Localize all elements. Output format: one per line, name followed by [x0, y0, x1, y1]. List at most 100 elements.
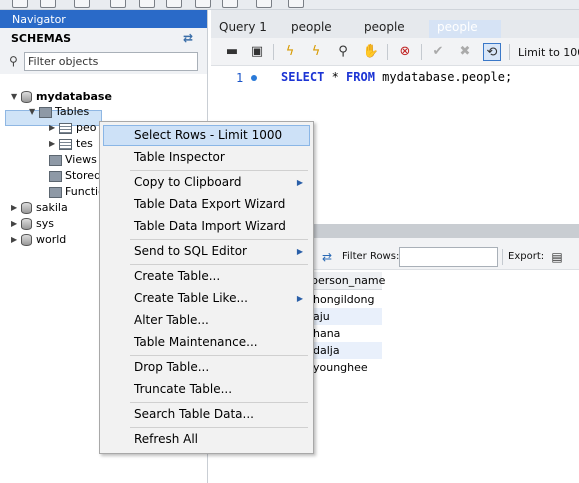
statement-marker-icon [251, 75, 257, 81]
menu-item-search-table-data[interactable]: Search Table Data... [100, 404, 313, 425]
tree-item-table-test[interactable]: ▶ tes [49, 136, 93, 152]
collapse-arrow-icon[interactable]: ▼ [29, 104, 39, 120]
workbench-window: Navigator SCHEMAS ⇄ ⚲ ▼mydatabase ▼Table… [0, 0, 579, 483]
search-icon: ⚲ [9, 54, 18, 68]
submenu-arrow-icon: ▶ [296, 294, 303, 303]
sql-keyword-from: FROM [346, 70, 375, 84]
tab-query-1[interactable]: Query 1 [211, 20, 279, 38]
expand-arrow-icon[interactable]: ▶ [49, 136, 59, 152]
stored-label: Stored [65, 169, 102, 182]
submenu-arrow-icon: ▶ [296, 178, 303, 187]
execute-icon[interactable]: ϟ [281, 43, 299, 61]
views-label: Views [65, 153, 97, 166]
menu-item-truncate-table[interactable]: Truncate Table... [100, 379, 313, 400]
menu-item-create-table-like[interactable]: Create Table Like... ▶ [100, 288, 313, 309]
schema-sakila[interactable]: ▶ sakila [11, 200, 68, 216]
context-menu: Select Rows - Limit 1000 Table Inspector… [99, 121, 314, 454]
menu-item-table-maintenance[interactable]: Table Maintenance... [100, 332, 313, 353]
open-sql-icon[interactable] [40, 0, 56, 8]
reconnect-icon[interactable] [288, 0, 304, 8]
menu-item-select-rows[interactable]: Select Rows - Limit 1000 [103, 125, 310, 146]
expand-arrow-icon[interactable]: ▶ [11, 232, 21, 248]
table-icon [59, 122, 72, 134]
schemas-label: SCHEMAS [11, 32, 72, 45]
filter-rows-input[interactable] [399, 247, 498, 267]
database-icon [21, 91, 32, 103]
schema-label: sakila [36, 201, 68, 214]
execute-current-icon[interactable]: ϟ [307, 43, 325, 61]
refresh-results-icon[interactable]: ⇄ [319, 249, 335, 265]
folder-icon [49, 170, 62, 182]
menu-item-create-table[interactable]: Create Table... [100, 266, 313, 287]
tree-item-views[interactable]: Views [39, 152, 97, 168]
tree-item-table-people[interactable]: ▶ peo [49, 120, 96, 136]
folder-icon [39, 106, 52, 118]
schema-world[interactable]: ▶ world [11, 232, 66, 248]
database-icon [21, 234, 32, 246]
tab-people-3[interactable]: people [429, 20, 501, 38]
create-procedure-icon[interactable] [195, 0, 211, 8]
open-folder-icon[interactable]: ▬ [223, 43, 241, 61]
info-icon[interactable] [74, 0, 90, 8]
folder-icon [49, 154, 62, 166]
schemas-header: SCHEMAS ⇄ [0, 28, 207, 50]
menu-item-refresh-all[interactable]: Refresh All [100, 429, 313, 450]
search-table-data-icon[interactable] [256, 0, 272, 8]
menu-item-export-wizard[interactable]: Table Data Export Wizard [100, 194, 313, 215]
filter-row: ⚲ [0, 50, 207, 74]
schema-label: world [36, 233, 67, 246]
database-icon [21, 202, 32, 214]
rollback-icon[interactable]: ✖ [456, 43, 474, 61]
new-connection-icon[interactable] [12, 0, 28, 8]
tree-item-tables[interactable]: ▼ Tables [29, 104, 89, 120]
navigator-title: Navigator [0, 10, 207, 28]
line-number: 1 [236, 71, 244, 85]
editor-toolbar: ▬ ▣ ϟ ϟ ⚲ ✋ ⊗ ✔ ✖ ⟲ Limit to 1000 [211, 38, 579, 66]
menu-item-drop-table[interactable]: Drop Table... [100, 357, 313, 378]
menu-item-alter-table[interactable]: Alter Table... [100, 310, 313, 331]
submenu-arrow-icon: ▶ [296, 247, 303, 256]
collapse-arrow-icon[interactable]: ▼ [11, 89, 21, 105]
commit-icon[interactable]: ✔ [429, 43, 447, 61]
menu-item-copy-to-clipboard[interactable]: Copy to Clipboard ▶ [100, 172, 313, 193]
filter-objects-input[interactable] [24, 52, 198, 71]
sql-statement[interactable]: SELECT * FROM mydatabase.people; [281, 70, 512, 84]
limit-select[interactable]: Limit to 1000 [518, 46, 579, 59]
folder-icon [49, 186, 62, 198]
create-schema-icon[interactable] [110, 0, 126, 8]
main-toolbar [0, 0, 579, 10]
create-view-icon[interactable] [166, 0, 182, 8]
tables-label: Tables [55, 105, 90, 118]
table-label: peo [76, 121, 97, 134]
filter-rows-label: Filter Rows: [342, 251, 400, 262]
sql-keyword-select: SELECT [281, 70, 325, 84]
tree-item-stored-procedures[interactable]: Stored [39, 168, 101, 184]
schema-mydatabase[interactable]: ▼ mydatabase [11, 89, 112, 105]
tab-people-1[interactable]: people [283, 20, 353, 38]
schema-label: mydatabase [36, 90, 112, 103]
stop-icon[interactable]: ✋ [362, 43, 380, 61]
schema-sys[interactable]: ▶ sys [11, 216, 54, 232]
export-label: Export: [508, 251, 545, 262]
explain-icon[interactable]: ⚲ [334, 43, 352, 61]
create-table-icon[interactable] [139, 0, 155, 8]
menu-item-table-inspector[interactable]: Table Inspector [100, 147, 313, 168]
expand-arrow-icon[interactable]: ▶ [11, 200, 21, 216]
refresh-icon[interactable]: ⇄ [183, 31, 193, 45]
editor-tab-bar: Query 1 people people people [211, 10, 579, 38]
expand-arrow-icon[interactable]: ▶ [11, 216, 21, 232]
menu-item-send-to-sql-editor[interactable]: Send to SQL Editor ▶ [100, 241, 313, 262]
menu-item-import-wizard[interactable]: Table Data Import Wizard [100, 216, 313, 237]
toggle-error-icon[interactable]: ⊗ [396, 43, 414, 61]
table-icon [59, 138, 72, 150]
table-label: tes [76, 137, 93, 150]
tab-people-2[interactable]: people [356, 20, 430, 38]
database-icon [21, 218, 32, 230]
expand-arrow-icon[interactable]: ▶ [49, 120, 59, 136]
export-icon[interactable]: ▤ [549, 249, 565, 265]
schema-label: sys [36, 217, 54, 230]
save-icon[interactable]: ▣ [248, 43, 266, 61]
tree-item-functions[interactable]: Functio [39, 184, 105, 200]
create-function-icon[interactable] [222, 0, 238, 8]
autocommit-icon[interactable]: ⟲ [483, 43, 501, 61]
